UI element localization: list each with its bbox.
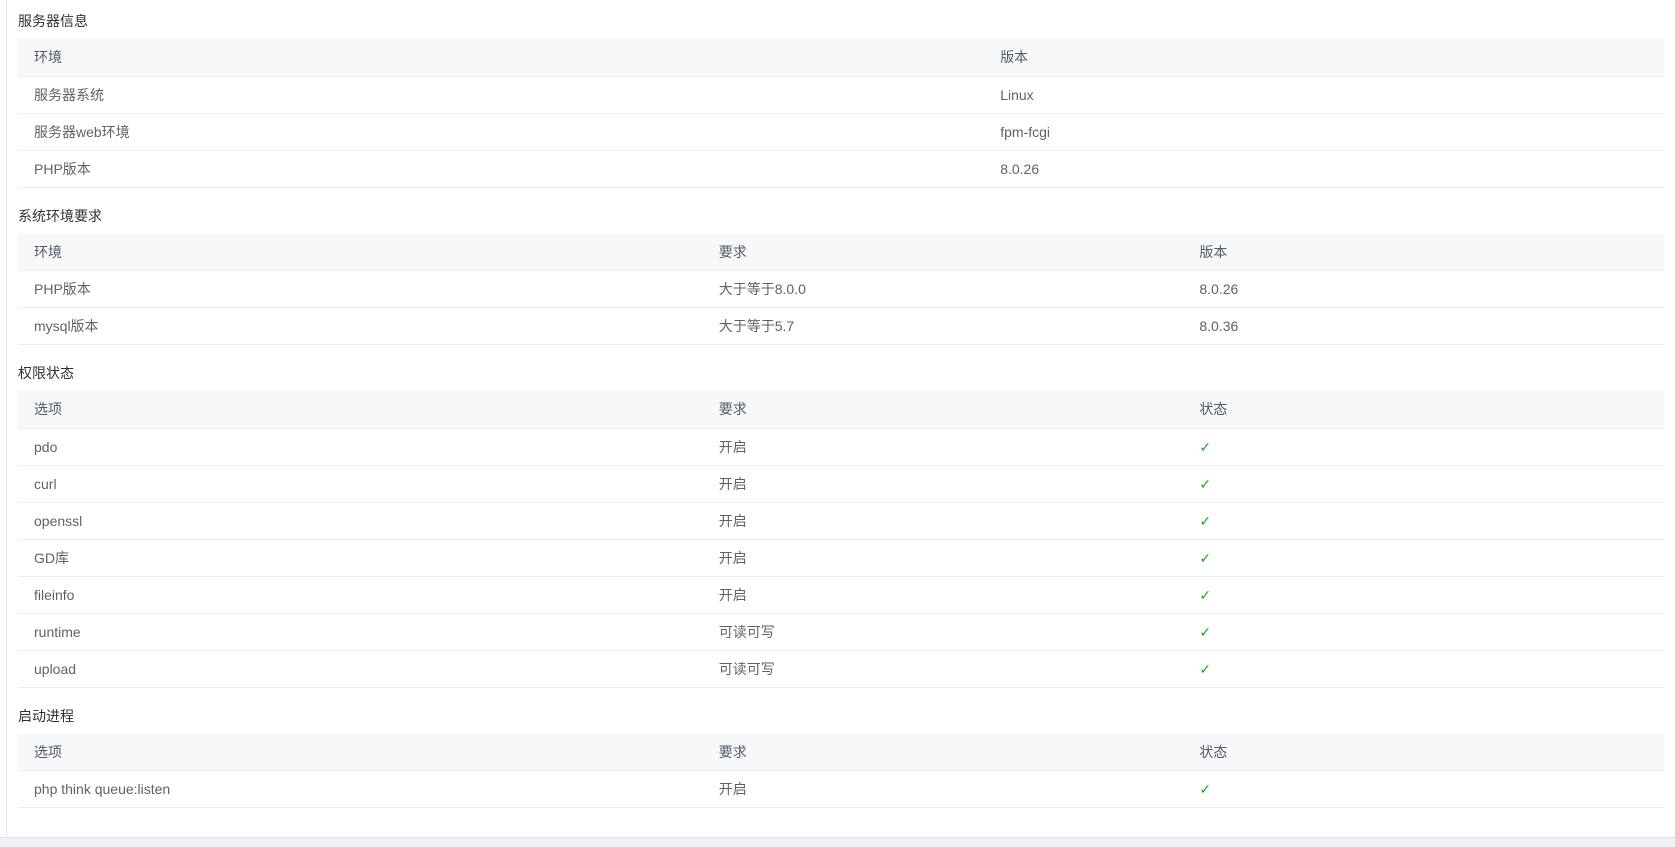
option-cell: PHP版本: [18, 271, 703, 308]
permission-status-table: 选项要求状态pdo开启✓curl开启✓openssl开启✓GD库开启✓filei…: [18, 391, 1664, 688]
check-icon: ✓: [1199, 550, 1211, 566]
table-row: pdo开启 ✓: [18, 428, 1664, 465]
table-row: PHP版本8.0.26: [18, 150, 1664, 187]
status-cell: ✓: [1183, 613, 1664, 650]
value-cell: 开启: [703, 539, 1184, 576]
option-cell: php think queue:listen: [18, 771, 703, 808]
value-cell: 可读可写: [703, 650, 1184, 687]
table-row: php think queue:listen开启 ✓: [18, 771, 1664, 808]
table-row: fileinfo开启 ✓: [18, 576, 1664, 613]
table-header-row: 环境要求版本: [18, 234, 1664, 271]
status-cell: ✓: [1183, 428, 1664, 465]
option-cell: upload: [18, 650, 703, 687]
system-requirements-table: 环境要求版本PHP版本大于等于8.0.08.0.26mysql版本大于等于5.7…: [18, 234, 1664, 346]
system-requirements-title: 系统环境要求: [18, 206, 1664, 226]
option-cell: openssl: [18, 502, 703, 539]
table-header-row: 环境版本: [18, 39, 1664, 76]
table-row: GD库开启 ✓: [18, 539, 1664, 576]
value-cell: 开启: [703, 576, 1184, 613]
option-cell: pdo: [18, 428, 703, 465]
check-icon: ✓: [1199, 587, 1211, 603]
column-header: 要求: [703, 734, 1184, 771]
option-cell: runtime: [18, 613, 703, 650]
column-header: 选项: [18, 734, 703, 771]
column-header: 版本: [1183, 234, 1664, 271]
option-cell: GD库: [18, 539, 703, 576]
startup-process-title: 启动进程: [18, 706, 1664, 726]
check-icon: ✓: [1199, 439, 1211, 455]
value-cell: 开启: [703, 465, 1184, 502]
server-info-title: 服务器信息: [18, 11, 1664, 31]
value-cell: Linux: [984, 76, 1664, 113]
column-header: 选项: [18, 391, 703, 428]
permission-status-title: 权限状态: [18, 363, 1664, 383]
table-row: 服务器系统Linux: [18, 76, 1664, 113]
content: 服务器信息环境版本服务器系统Linux服务器web环境fpm-fcgiPHP版本…: [0, 0, 1675, 808]
option-cell: fileinfo: [18, 576, 703, 613]
option-cell: mysql版本: [18, 308, 703, 345]
section-system-requirements: 系统环境要求环境要求版本PHP版本大于等于8.0.08.0.26mysql版本大…: [18, 206, 1664, 346]
column-header: 版本: [984, 39, 1664, 76]
table-row: openssl开启 ✓: [18, 502, 1664, 539]
column-header: 要求: [703, 234, 1184, 271]
column-header: 环境: [18, 234, 703, 271]
table-header-row: 选项要求状态: [18, 391, 1664, 428]
table-row: curl开启 ✓: [18, 465, 1664, 502]
check-icon: ✓: [1199, 476, 1211, 492]
check-icon: ✓: [1199, 781, 1211, 797]
column-header: 要求: [703, 391, 1184, 428]
section-permission-status: 权限状态选项要求状态pdo开启✓curl开启✓openssl开启✓GD库开启✓f…: [18, 363, 1664, 688]
table-row: PHP版本大于等于8.0.08.0.26: [18, 271, 1664, 308]
option-cell: 服务器系统: [18, 76, 984, 113]
status-cell: ✓: [1183, 465, 1664, 502]
value-cell: 大于等于8.0.0: [703, 271, 1184, 308]
check-icon: ✓: [1199, 513, 1211, 529]
column-header: 状态: [1183, 391, 1664, 428]
bottom-background-strip: [0, 837, 1675, 847]
status-cell: ✓: [1183, 502, 1664, 539]
table-row: 服务器web环境fpm-fcgi: [18, 113, 1664, 150]
option-cell: PHP版本: [18, 150, 984, 187]
table-row: upload可读可写 ✓: [18, 650, 1664, 687]
server-info-table: 环境版本服务器系统Linux服务器web环境fpm-fcgiPHP版本8.0.2…: [18, 39, 1664, 188]
table-row: runtime可读可写 ✓: [18, 613, 1664, 650]
status-cell: ✓: [1183, 576, 1664, 613]
value-cell: fpm-fcgi: [984, 113, 1664, 150]
startup-process-table: 选项要求状态php think queue:listen开启✓: [18, 734, 1664, 809]
option-cell: 服务器web环境: [18, 113, 984, 150]
status-cell: ✓: [1183, 650, 1664, 687]
value-cell: 开启: [703, 502, 1184, 539]
check-icon: ✓: [1199, 624, 1211, 640]
column-header: 环境: [18, 39, 984, 76]
column-header: 状态: [1183, 734, 1664, 771]
status-cell: ✓: [1183, 771, 1664, 808]
value-cell: 8.0.26: [1183, 271, 1664, 308]
section-server-info: 服务器信息环境版本服务器系统Linux服务器web环境fpm-fcgiPHP版本…: [18, 11, 1664, 188]
value-cell: 8.0.36: [1183, 308, 1664, 345]
value-cell: 大于等于5.7: [703, 308, 1184, 345]
value-cell: 可读可写: [703, 613, 1184, 650]
status-cell: ✓: [1183, 539, 1664, 576]
option-cell: curl: [18, 465, 703, 502]
value-cell: 8.0.26: [984, 150, 1664, 187]
check-icon: ✓: [1199, 661, 1211, 677]
value-cell: 开启: [703, 428, 1184, 465]
table-header-row: 选项要求状态: [18, 734, 1664, 771]
table-row: mysql版本大于等于5.78.0.36: [18, 308, 1664, 345]
value-cell: 开启: [703, 771, 1184, 808]
section-startup-process: 启动进程选项要求状态php think queue:listen开启✓: [18, 706, 1664, 809]
